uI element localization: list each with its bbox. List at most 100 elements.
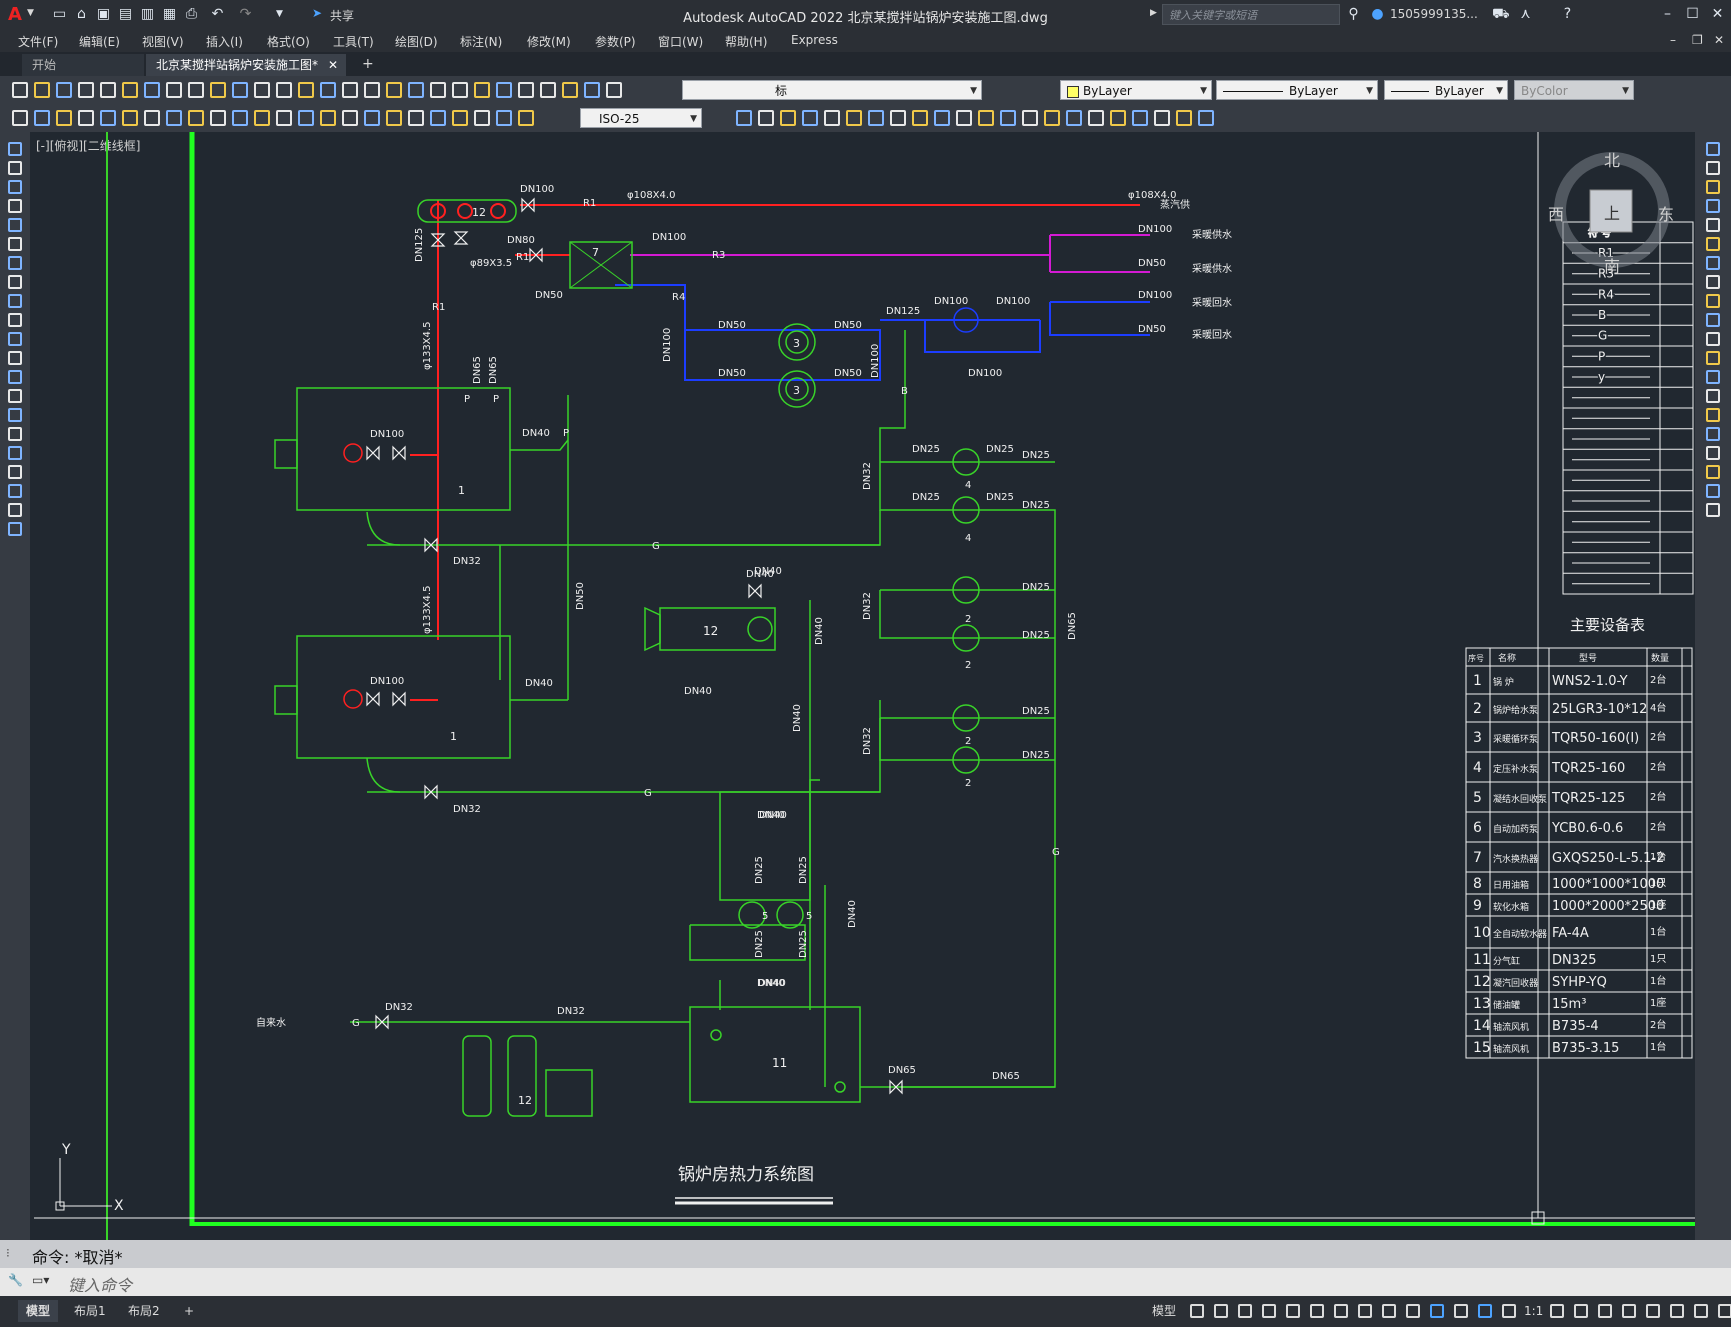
modify-side-tool-5-icon[interactable] <box>1706 218 1720 232</box>
dim-tool-11-icon[interactable] <box>232 110 248 126</box>
draw-tool-19-icon[interactable] <box>8 484 22 498</box>
draw-tool-14-icon[interactable] <box>8 389 22 403</box>
layout-tab-2[interactable]: 布局2 <box>120 1300 168 1322</box>
status-toggle-14-icon[interactable] <box>1502 1304 1516 1318</box>
draw-tool-18-icon[interactable] <box>8 465 22 479</box>
dim-tool-21-icon[interactable] <box>452 110 468 126</box>
dim-tool-9-icon[interactable] <box>188 110 204 126</box>
modify-tool-12-icon[interactable] <box>978 110 994 126</box>
draw-tool-13-icon[interactable] <box>8 370 22 384</box>
modify-side-tool-19-icon[interactable] <box>1706 484 1720 498</box>
layout-tab-1[interactable]: 布局1 <box>66 1300 114 1322</box>
modify-side-tool-8-icon[interactable] <box>1706 275 1720 289</box>
status-toggle-17-icon[interactable] <box>1598 1304 1612 1318</box>
modify-side-tool-12-icon[interactable] <box>1706 351 1720 365</box>
dim-tool-14-icon[interactable] <box>298 110 314 126</box>
standard-tool-2-icon[interactable] <box>34 82 50 98</box>
linetype-dropdown[interactable]: ByLayer ▼ <box>1216 80 1378 100</box>
dim-tool-18-icon[interactable] <box>386 110 402 126</box>
draw-tool-9-icon[interactable] <box>8 294 22 308</box>
modify-side-tool-7-icon[interactable] <box>1706 256 1720 270</box>
viewcube[interactable]: 上 北 南 西 东 <box>1548 151 1674 276</box>
layer-dropdown[interactable]: 标 ▼ <box>682 80 982 100</box>
modify-tool-4-icon[interactable] <box>802 110 818 126</box>
color-dropdown[interactable]: ByLayer ▼ <box>1060 80 1212 100</box>
command-input[interactable]: 键入命令 <box>68 1272 132 1296</box>
menu-file[interactable]: 文件(F) <box>18 33 58 50</box>
menu-help[interactable]: 帮助(H) <box>725 33 767 50</box>
open-icon[interactable]: ⌂ <box>74 7 89 22</box>
standard-tool-12-icon[interactable] <box>254 82 270 98</box>
draw-tool-4-icon[interactable] <box>8 199 22 213</box>
model-space-button[interactable]: 模型 <box>1144 1300 1184 1322</box>
plot-icon[interactable]: ⎙ <box>184 7 199 22</box>
modify-side-tool-13-icon[interactable] <box>1706 370 1720 384</box>
dim-tool-8-icon[interactable] <box>166 110 182 126</box>
modify-side-tool-1-icon[interactable] <box>1706 142 1720 156</box>
modify-tool-21-icon[interactable] <box>1176 110 1192 126</box>
dim-tool-23-icon[interactable] <box>496 110 512 126</box>
viewcube-south[interactable]: 南 <box>1604 257 1620 276</box>
user-name[interactable]: 1505999135... <box>1390 7 1478 21</box>
modify-tool-17-icon[interactable] <box>1088 110 1104 126</box>
dim-tool-15-icon[interactable] <box>320 110 336 126</box>
modify-tool-8-icon[interactable] <box>890 110 906 126</box>
modify-tool-3-icon[interactable] <box>780 110 796 126</box>
standard-tool-14-icon[interactable] <box>298 82 314 98</box>
draw-tool-20-icon[interactable] <box>8 503 22 517</box>
standard-tool-1-icon[interactable] <box>12 82 28 98</box>
standard-tool-4-icon[interactable] <box>78 82 94 98</box>
draw-tool-16-icon[interactable] <box>8 427 22 441</box>
doc-minimize-icon[interactable]: – <box>1670 33 1676 47</box>
menu-format[interactable]: 格式(O) <box>267 33 310 50</box>
modify-side-tool-9-icon[interactable] <box>1706 294 1720 308</box>
standard-tool-24-icon[interactable] <box>518 82 534 98</box>
help-icon[interactable]: ? <box>1560 7 1575 22</box>
dim-tool-1-icon[interactable] <box>12 110 28 126</box>
draw-tool-12-icon[interactable] <box>8 351 22 365</box>
standard-tool-18-icon[interactable] <box>386 82 402 98</box>
status-toggle-16-icon[interactable] <box>1574 1304 1588 1318</box>
minimize-icon[interactable]: – <box>1660 7 1675 22</box>
dim-tool-3-icon[interactable] <box>56 110 72 126</box>
search-icon[interactable]: ⚲ <box>1346 7 1361 22</box>
status-toggle-7-icon[interactable] <box>1334 1304 1348 1318</box>
standard-tool-25-icon[interactable] <box>540 82 556 98</box>
dimstyle-dropdown[interactable]: ISO-25 ▼ <box>580 108 702 128</box>
share-button[interactable]: 共享 <box>330 7 354 24</box>
status-toggle-18-icon[interactable] <box>1622 1304 1636 1318</box>
tab-close-icon[interactable]: ✕ <box>328 54 338 76</box>
standard-tool-3-icon[interactable] <box>56 82 72 98</box>
save-icon[interactable]: ▣ <box>96 7 111 22</box>
status-toggle-10-icon[interactable] <box>1406 1304 1420 1318</box>
app-logo-icon[interactable]: A <box>8 4 22 25</box>
modify-tool-13-icon[interactable] <box>1000 110 1016 126</box>
standard-tool-20-icon[interactable] <box>430 82 446 98</box>
draw-tool-17-icon[interactable] <box>8 446 22 460</box>
status-toggle-1-icon[interactable] <box>1190 1304 1204 1318</box>
viewcube-north[interactable]: 北 <box>1604 151 1620 170</box>
menu-express[interactable]: Express <box>791 33 838 47</box>
draw-tool-11-icon[interactable] <box>8 332 22 346</box>
viewcube-east[interactable]: 东 <box>1658 205 1674 224</box>
modify-tool-15-icon[interactable] <box>1044 110 1060 126</box>
draw-tool-1-icon[interactable] <box>8 142 22 156</box>
add-layout-icon[interactable]: + <box>176 1300 202 1322</box>
status-toggle-12-icon[interactable] <box>1454 1304 1468 1318</box>
draw-tool-2-icon[interactable] <box>8 161 22 175</box>
open-web-icon[interactable]: ▥ <box>140 7 155 22</box>
command-menu-icon[interactable]: ▭▾ <box>32 1273 49 1287</box>
standard-tool-6-icon[interactable] <box>122 82 138 98</box>
modify-side-tool-11-icon[interactable] <box>1706 332 1720 346</box>
tab-start[interactable]: 开始 <box>22 54 144 76</box>
maximize-icon[interactable]: ☐ <box>1685 7 1700 22</box>
standard-tool-9-icon[interactable] <box>188 82 204 98</box>
new-icon[interactable]: ▭ <box>52 7 67 22</box>
standard-tool-27-icon[interactable] <box>584 82 600 98</box>
modify-side-tool-4-icon[interactable] <box>1706 199 1720 213</box>
draw-tool-10-icon[interactable] <box>8 313 22 327</box>
dim-tool-12-icon[interactable] <box>254 110 270 126</box>
draw-tool-21-icon[interactable] <box>8 522 22 536</box>
modify-side-tool-14-icon[interactable] <box>1706 389 1720 403</box>
viewcube-west[interactable]: 西 <box>1548 205 1564 224</box>
